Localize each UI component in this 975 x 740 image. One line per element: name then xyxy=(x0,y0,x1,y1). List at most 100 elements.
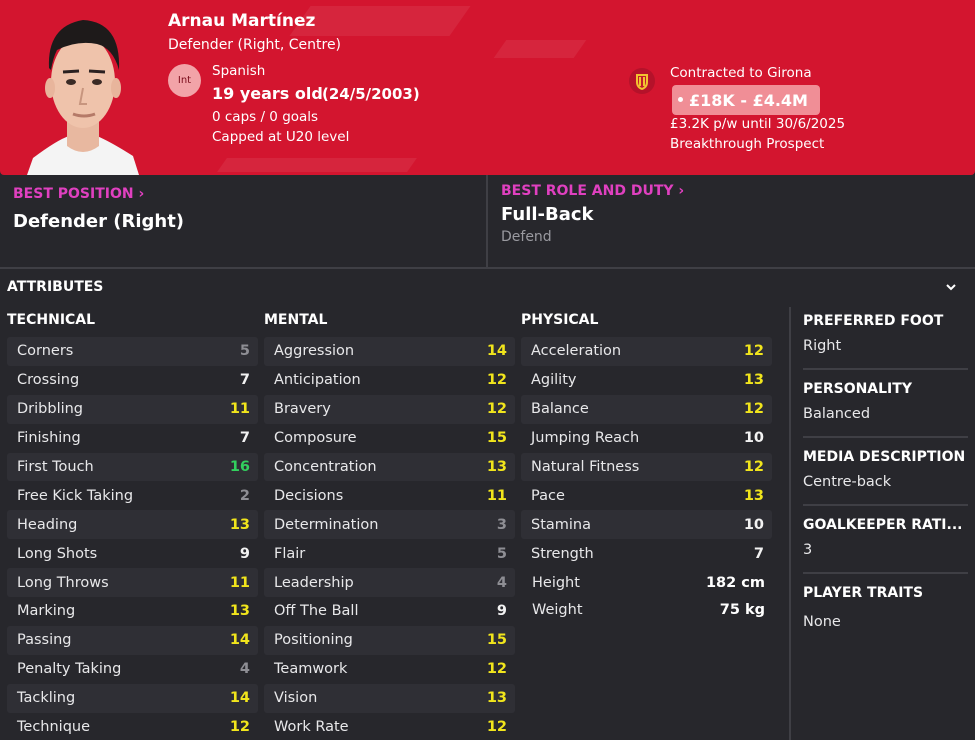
attribute-row[interactable]: Corners 5 xyxy=(7,337,258,366)
attribute-value: 10 xyxy=(743,430,764,447)
attribute-value: 14 xyxy=(486,343,507,360)
attribute-name: Corners xyxy=(17,343,74,360)
personality-label: PERSONALITY xyxy=(803,381,912,397)
attribute-name: Acceleration xyxy=(531,343,622,360)
attribute-row[interactable]: Stamina 10 xyxy=(521,510,772,540)
attribute-value: 12 xyxy=(486,661,507,678)
attribute-row[interactable]: Heading 13 xyxy=(7,510,258,540)
attribute-name: Anticipation xyxy=(274,372,361,389)
best-role-link[interactable]: BEST ROLE AND DUTY › xyxy=(501,183,684,199)
divider xyxy=(803,572,968,574)
physical-heading: PHYSICAL xyxy=(521,312,599,328)
player-header: Arnau Martínez Defender (Right, Centre) … xyxy=(0,0,975,175)
attribute-row[interactable]: Natural Fitness 12 xyxy=(521,452,772,482)
goalkeeper-rating-label[interactable]: GOALKEEPER RATI... xyxy=(803,517,968,533)
attribute-row[interactable]: Long Throws 11 xyxy=(7,568,258,598)
attribute-row[interactable]: Composure 15 xyxy=(264,424,515,453)
physical-attributes: Acceleration 12 Agility 13 Balance 12 Jumping … xyxy=(521,337,772,568)
attribute-row[interactable]: Long Shots 9 xyxy=(7,539,258,568)
attribute-name: Work Rate xyxy=(274,719,349,736)
attribute-row[interactable]: Dribbling 11 xyxy=(7,394,258,424)
best-position-panel: BEST POSITION › Defender (Right) BEST RO… xyxy=(0,175,975,269)
attribute-row[interactable]: Positioning 15 xyxy=(264,625,515,655)
attribute-row[interactable]: Anticipation 12 xyxy=(264,366,515,395)
club-crest-icon[interactable] xyxy=(628,67,656,95)
attribute-value: 12 xyxy=(486,372,507,389)
attribute-row[interactable]: Tackling 14 xyxy=(7,683,258,713)
attribute-row[interactable]: Concentration 13 xyxy=(264,452,515,482)
attribute-value: 2 xyxy=(239,487,250,504)
attribute-name: Strength xyxy=(531,545,594,562)
attribute-row[interactable]: Jumping Reach 10 xyxy=(521,424,772,453)
attribute-row[interactable]: Acceleration 12 xyxy=(521,337,772,366)
contract-club[interactable]: Contracted to Girona xyxy=(670,65,812,81)
attribute-row[interactable]: Pace 13 xyxy=(521,481,772,510)
transfer-value: £18K - £4.4M xyxy=(689,90,808,110)
attribute-row[interactable]: Vision 13 xyxy=(264,683,515,713)
attribute-row[interactable]: Off The Ball 9 xyxy=(264,597,515,626)
best-position-link[interactable]: BEST POSITION › xyxy=(13,186,144,202)
attribute-row[interactable]: Technique 12 xyxy=(7,713,258,740)
attribute-row[interactable]: Agility 13 xyxy=(521,366,772,395)
attribute-row[interactable]: Determination 3 xyxy=(264,510,515,540)
attribute-value: 9 xyxy=(496,603,507,620)
attribute-name: Jumping Reach xyxy=(531,430,640,447)
player-profile: Arnau Martínez Defender (Right, Centre) … xyxy=(0,0,975,740)
attribute-row[interactable]: Crossing 7 xyxy=(7,366,258,395)
attribute-name: Stamina xyxy=(531,516,592,533)
attribute-row[interactable]: Bravery 12 xyxy=(264,394,515,424)
attribute-row[interactable]: Aggression 14 xyxy=(264,337,515,366)
weight-label: Weight xyxy=(532,602,583,618)
attribute-name: Tackling xyxy=(17,690,76,707)
attribute-row[interactable]: Free Kick Taking 2 xyxy=(7,481,258,510)
attribute-name: Off The Ball xyxy=(274,603,359,620)
attribute-name: Teamwork xyxy=(274,661,348,678)
nationality[interactable]: Spanish xyxy=(212,63,265,79)
attribute-row[interactable]: Strength 7 xyxy=(521,539,772,568)
attribute-name: Free Kick Taking xyxy=(17,487,134,504)
player-dob: (24/5/2003) xyxy=(322,85,420,103)
attribute-value: 11 xyxy=(229,574,250,591)
attribute-value: 13 xyxy=(743,372,764,389)
chevron-right-icon: › xyxy=(673,183,685,199)
weight-value: 75 kg xyxy=(719,602,765,618)
attribute-value: 7 xyxy=(239,372,250,389)
attribute-row[interactable]: Finishing 7 xyxy=(7,424,258,453)
attribute-value: 12 xyxy=(743,343,764,360)
attribute-row[interactable]: Penalty Taking 4 xyxy=(7,655,258,684)
attribute-name: Bravery xyxy=(274,401,331,418)
attribute-row[interactable]: Decisions 11 xyxy=(264,481,515,510)
attribute-name: Determination xyxy=(274,516,379,533)
attribute-value: 14 xyxy=(229,632,250,649)
international-badge[interactable]: Int xyxy=(168,64,201,97)
attribute-row[interactable]: First Touch 16 xyxy=(7,452,258,482)
attribute-value: 15 xyxy=(486,430,507,447)
attribute-name: Technique xyxy=(17,719,91,736)
transfer-value-tag[interactable]: £18K - £4.4M xyxy=(672,85,820,115)
attribute-row[interactable]: Marking 13 xyxy=(7,597,258,626)
divider xyxy=(803,504,968,506)
divider xyxy=(803,436,968,438)
attribute-row[interactable]: Teamwork 12 xyxy=(264,655,515,684)
attribute-value: 4 xyxy=(239,661,250,678)
chevron-down-icon[interactable] xyxy=(944,280,958,294)
attribute-row[interactable]: Balance 12 xyxy=(521,394,772,424)
attribute-name: Long Throws xyxy=(17,574,109,591)
attribute-value: 12 xyxy=(486,401,507,418)
mental-heading: MENTAL xyxy=(264,312,328,328)
attribute-value: 5 xyxy=(239,343,250,360)
attribute-value: 11 xyxy=(486,487,507,504)
attribute-name: Crossing xyxy=(17,372,80,389)
attribute-value: 12 xyxy=(743,459,764,475)
best-role-value: Full-Back xyxy=(501,204,594,225)
attribute-row[interactable]: Leadership 4 xyxy=(264,568,515,598)
attribute-row[interactable]: Work Rate 12 xyxy=(264,713,515,740)
goalkeeper-rating-value: 3 xyxy=(803,542,813,558)
player-photo xyxy=(27,20,139,175)
media-description-value: Centre-back xyxy=(803,474,892,490)
attribute-name: Agility xyxy=(531,372,577,389)
attribute-row[interactable]: Passing 14 xyxy=(7,625,258,655)
attribute-row[interactable]: Flair 5 xyxy=(264,539,515,568)
capped-level: Capped at U20 level xyxy=(212,129,350,145)
technical-attributes: Corners 5 Crossing 7 Dribbling 11 Finishing 7 Fi… xyxy=(7,337,258,740)
